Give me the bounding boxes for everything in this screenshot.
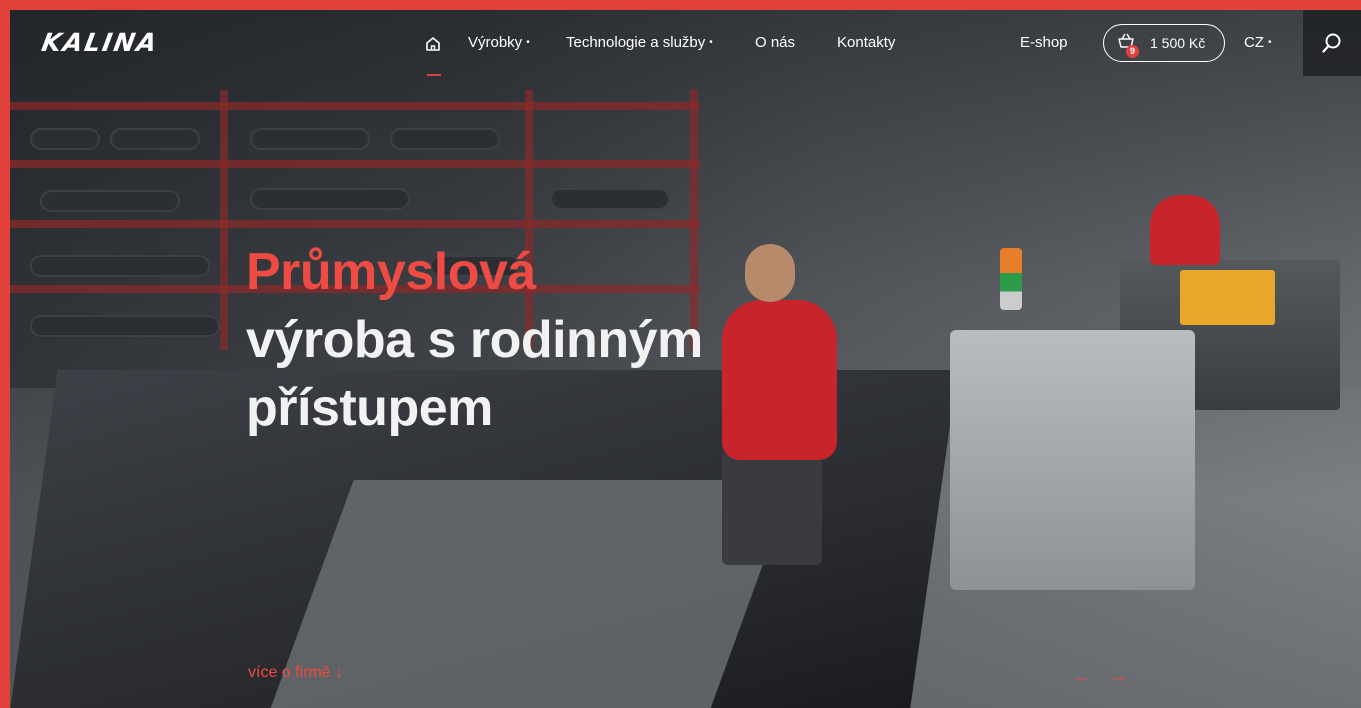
nav-item-technologie[interactable]: Technologie a služby •: [566, 34, 713, 51]
hero-section: KALINA Výrobky • Technologie a služby • O …: [10, 10, 1361, 708]
worker-background: [1150, 195, 1220, 265]
nav-item-vyrobky[interactable]: Výrobky •: [468, 34, 530, 51]
cutting-mat: [266, 480, 794, 708]
nav-item-label: Kontakty: [837, 34, 896, 51]
site-header: KALINA Výrobky • Technologie a služby • O …: [10, 10, 1361, 78]
hero-line: výroba s rodinným: [246, 311, 703, 369]
nav-item-kontakty[interactable]: Kontakty: [837, 34, 895, 51]
fabric-roll: [110, 128, 200, 150]
fabric-roll: [40, 190, 180, 212]
fabric-roll: [30, 255, 210, 277]
fabric-roll: [30, 315, 220, 337]
worker-legs: [722, 450, 822, 565]
flex-machine: [950, 330, 1195, 590]
dropdown-dot-icon: •: [709, 37, 713, 48]
language-label: CZ: [1244, 34, 1264, 51]
shelf-bar: [10, 220, 700, 228]
shelf-post: [220, 90, 228, 350]
more-about-company-link[interactable]: více o firmě ↓: [248, 664, 343, 682]
nav-item-label: Technologie a služby: [566, 34, 706, 51]
nav-item-label: Výrobky: [468, 34, 523, 51]
cart-amount: 1 500 Kč: [1150, 35, 1206, 51]
nav-item-label: O nás: [755, 34, 796, 51]
slider-controls: ← →: [1073, 666, 1145, 687]
fabric-roll: [250, 188, 410, 210]
logo[interactable]: KALINA: [39, 28, 160, 57]
language-selector[interactable]: CZ •: [1244, 34, 1272, 51]
search-icon: [1322, 33, 1341, 53]
signal-tower: [1000, 248, 1022, 310]
shelf-bar: [10, 160, 700, 168]
shelf-bar: [10, 102, 700, 110]
hero-heading: Průmyslová výroba s rodinným přístupem: [246, 238, 866, 442]
fabric-roll: [250, 128, 370, 150]
dropdown-dot-icon: •: [526, 37, 530, 48]
next-arrow-icon[interactable]: →: [1109, 666, 1145, 687]
fabric-roll: [550, 188, 670, 210]
nav-item-eshop[interactable]: E-shop: [1020, 34, 1068, 51]
prev-arrow-icon[interactable]: ←: [1073, 666, 1109, 687]
home-icon[interactable]: [425, 36, 441, 57]
dropdown-dot-icon: •: [1268, 37, 1272, 48]
nav-item-o-nas[interactable]: O nás: [755, 34, 795, 51]
cart-button[interactable]: 9 1 500 Kč: [1103, 24, 1225, 62]
machine-panel: [1180, 270, 1275, 325]
fabric-roll: [390, 128, 500, 150]
search-button[interactable]: [1303, 10, 1361, 76]
fabric-roll: [30, 128, 100, 150]
active-indicator: [427, 74, 441, 76]
hero-line: přístupem: [246, 379, 493, 437]
cart-count-badge: 9: [1126, 45, 1139, 58]
hero-line-accent: Průmyslová: [246, 243, 536, 301]
